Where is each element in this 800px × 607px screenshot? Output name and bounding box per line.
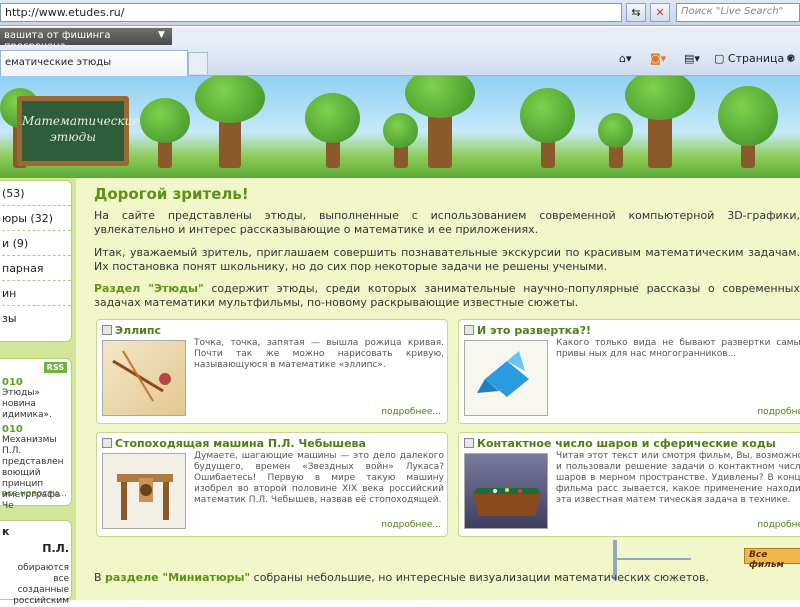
- more-link[interactable]: подробнее...: [381, 520, 441, 530]
- film-card-kissing-number: Контактное число шаров и сферические код…: [458, 432, 800, 537]
- phishing-warning[interactable]: вашита от фишинга просрочена: [0, 28, 172, 52]
- etudes-paragraph: Раздел "Этюды" содержит этюды, среди кот…: [94, 282, 800, 310]
- film-icon: [102, 438, 112, 448]
- film-icon: [464, 325, 474, 335]
- home-icon[interactable]: ⌂▾: [619, 52, 632, 65]
- page-menu[interactable]: ▢ Страница ▾: [714, 52, 793, 65]
- category-link[interactable]: юры (32): [2, 206, 71, 231]
- paper-net-thumbnail: [477, 351, 529, 397]
- walking-machine-thumbnail: [117, 474, 173, 520]
- film-thumbnail[interactable]: [464, 340, 548, 416]
- billiard-table-thumbnail: [473, 488, 541, 516]
- film-description: Читая этот текст или смотря фильм, Вы, в…: [556, 451, 800, 505]
- stop-button[interactable]: ✕: [650, 3, 670, 22]
- film-card-chebyshev: Стопоходящая машина П.Л. Чебышева Думает…: [96, 432, 448, 537]
- bottom-panel-title: к: [2, 525, 10, 538]
- film-card-title[interactable]: Стопоходящая машина П.Л. Чебышева: [102, 437, 366, 450]
- film-icon: [464, 438, 474, 448]
- tree-decoration: [140, 98, 190, 168]
- ellipse-drawing-thumbnail: [112, 350, 171, 402]
- film-title: Эллипс: [115, 324, 162, 337]
- miniatures-prefix: В: [94, 571, 106, 584]
- address-bar-row: http://www.etudes.ru/ ⇆ ✕ Поиск "Live Se…: [0, 0, 800, 26]
- more-link[interactable]: подробне: [757, 407, 800, 417]
- news-panel: RSS 010 Этюды» новина идимика». 010 Меха…: [0, 358, 72, 511]
- film-description: Какого только вида не бывают развертки с…: [556, 338, 800, 359]
- tools-icon[interactable]: ⚙: [786, 52, 796, 65]
- miniatures-section-link[interactable]: разделе "Миниатюры": [105, 571, 250, 584]
- all-news-link[interactable]: все новости...: [2, 489, 67, 499]
- news-date: 010: [2, 377, 23, 388]
- more-link[interactable]: подробнее...: [381, 407, 441, 417]
- film-title: Стопоходящая машина П.Л. Чебышева: [115, 437, 366, 450]
- film-description: Думаете, шагающие машины — это дело дале…: [194, 451, 444, 505]
- new-tab-button[interactable]: [188, 52, 208, 74]
- page-menu-label: Страница: [727, 52, 785, 65]
- film-card-title[interactable]: Эллипс: [102, 324, 161, 337]
- categories-panel: (53) юры (32) и (9) парная ин зы: [0, 180, 72, 342]
- refresh-button[interactable]: ⇆: [626, 3, 646, 22]
- address-input[interactable]: http://www.etudes.ru/: [0, 3, 622, 22]
- arrow-decoration: [616, 558, 691, 560]
- film-thumbnail[interactable]: [102, 340, 186, 416]
- film-card-ellipse: Эллипс Точка, точка, запятая — вышла рож…: [96, 319, 448, 424]
- main-content: Дорогой зритель! На сайте представлены э…: [76, 178, 800, 600]
- left-sidebar: (53) юры (32) и (9) парная ин зы RSS 010…: [0, 178, 76, 606]
- category-link[interactable]: и (9): [2, 231, 71, 256]
- category-link[interactable]: (53): [2, 181, 71, 206]
- category-link[interactable]: парная: [2, 256, 71, 281]
- tree-decoration: [405, 76, 475, 168]
- phishing-filter-row: вашита от фишинга просрочена ▼: [0, 27, 800, 52]
- bottom-panel-text: обираются все созданные российским: [13, 563, 69, 606]
- tree-decoration: [305, 93, 360, 168]
- logo-text-line1: Математические: [22, 114, 140, 128]
- tree-decoration: [625, 76, 695, 168]
- tab-label: ематические этюды: [5, 57, 112, 68]
- invite-paragraph: Итак, уважаемый зритель, приглашаем сове…: [94, 246, 800, 273]
- site-logo[interactable]: Математические этюды: [17, 96, 140, 166]
- news-text[interactable]: Механизмы П.Л. представлен воющий принци…: [2, 435, 69, 512]
- film-thumbnail[interactable]: [102, 453, 186, 529]
- intro-paragraph: На сайте представлены этюды, выполненные…: [94, 209, 800, 236]
- category-link[interactable]: зы: [2, 306, 71, 330]
- chevron-down-icon[interactable]: ▼: [158, 30, 165, 40]
- tree-decoration: [195, 76, 265, 168]
- rss-badge[interactable]: RSS: [43, 362, 67, 373]
- miniatures-paragraph: В разделе "Миниатюры" собраны небольшие,…: [94, 571, 800, 585]
- film-card-development: И это развертка?! Какого только вида не …: [458, 319, 800, 424]
- tree-decoration: [718, 86, 778, 168]
- film-thumbnail[interactable]: [464, 453, 548, 529]
- film-title: И это развертка?!: [477, 324, 591, 337]
- print-icon[interactable]: ▤▾: [684, 52, 700, 65]
- feeds-icon[interactable]: ◙▾: [650, 52, 666, 65]
- bottom-panel: к П.Л. обираются все созданные российски…: [0, 520, 72, 606]
- news-text[interactable]: Этюды» новина идимика».: [2, 388, 69, 421]
- tab-bar: ематические этюды ⌂▾ ◙▾ ▤▾ ▢ Страница ▾ …: [0, 46, 800, 76]
- page-title: Дорогой зритель!: [94, 185, 249, 203]
- miniatures-paragraph-text: собраны небольшие, но интересные визуали…: [250, 571, 709, 584]
- logo-text-line2: этюды: [49, 130, 97, 144]
- film-title: Контактное число шаров и сферические код…: [477, 437, 776, 450]
- tree-decoration: [520, 88, 575, 168]
- all-films-button[interactable]: Все фильм: [744, 548, 800, 570]
- film-card-title[interactable]: Контактное число шаров и сферические код…: [464, 437, 776, 450]
- tab-active[interactable]: ематические этюды: [0, 50, 188, 76]
- film-card-title[interactable]: И это развертка?!: [464, 324, 591, 337]
- more-link[interactable]: подробне: [757, 520, 800, 530]
- bottom-panel-subtitle: П.Л.: [42, 542, 69, 555]
- film-icon: [102, 325, 112, 335]
- search-input[interactable]: Поиск "Live Search": [676, 3, 800, 22]
- film-description: Точка, точка, запятая — вышла рожица кри…: [194, 338, 444, 370]
- news-date: 010: [2, 424, 23, 435]
- site-banner: Математические этюды: [0, 76, 800, 178]
- category-link[interactable]: ин: [2, 281, 71, 306]
- etudes-section-link[interactable]: Раздел "Этюды": [94, 282, 204, 295]
